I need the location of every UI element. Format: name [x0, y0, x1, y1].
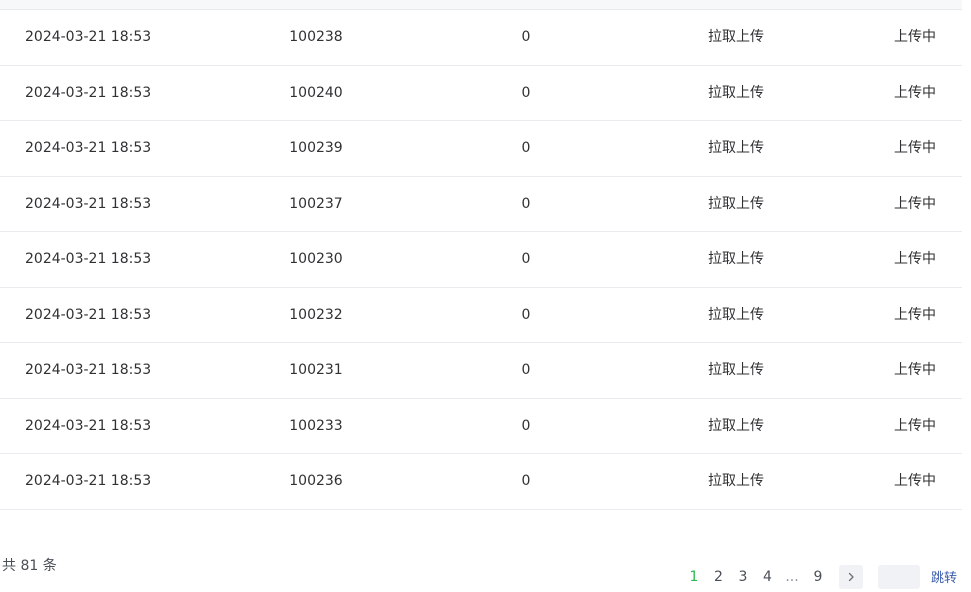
cell-status: 上传中	[894, 362, 936, 378]
cell-time: 2024-03-21 18:53	[25, 251, 152, 267]
cell-status: 上传中	[894, 195, 936, 212]
jump-page-input[interactable]	[878, 565, 920, 589]
table-row: 2024-03-21 18:53 100231 0 拉取上传 上传中	[0, 343, 962, 399]
total-count: 共 81 条	[2, 558, 57, 574]
cell-type: 拉取上传	[708, 306, 764, 323]
table-row: 2024-03-21 18:53 100232 0 拉取上传 上传中	[0, 288, 962, 343]
cell-time: 2024-03-21 18:53	[25, 84, 152, 101]
cell-count: 0	[521, 84, 531, 101]
cell-id: 100231	[289, 362, 343, 378]
pagination: 1 2 3 4 ... 9	[684, 565, 863, 589]
cell-id: 100232	[289, 306, 343, 323]
cell-time: 2024-03-21 18:53	[25, 362, 152, 378]
cell-status: 上传中	[894, 29, 936, 45]
table-row: 2024-03-21 18:53 100240 0 拉取上传 上传中	[0, 66, 962, 121]
cell-id: 100239	[289, 140, 343, 156]
page-1[interactable]: 1	[684, 569, 704, 585]
table-row: 2024-03-21 18:53 100239 0 拉取上传 上传中	[0, 121, 962, 177]
cell-count: 0	[521, 195, 531, 212]
cell-count: 0	[521, 251, 531, 267]
cell-type: 拉取上传	[708, 140, 764, 156]
table-row: 2024-03-21 18:53 100236 0 拉取上传 上传中	[0, 454, 962, 510]
cell-type: 拉取上传	[708, 195, 764, 212]
cell-id: 100237	[289, 195, 343, 212]
cell-count: 0	[521, 306, 531, 323]
cell-time: 2024-03-21 18:53	[25, 29, 152, 45]
table-row: 2024-03-21 18:53 100230 0 拉取上传 上传中	[0, 232, 962, 288]
cell-count: 0	[521, 140, 531, 156]
cell-type: 拉取上传	[708, 362, 764, 378]
cell-time: 2024-03-21 18:53	[25, 473, 152, 489]
cell-type: 拉取上传	[708, 417, 764, 434]
table-header-strip	[0, 0, 962, 10]
cell-status: 上传中	[894, 140, 936, 156]
cell-status: 上传中	[894, 84, 936, 101]
page-4[interactable]: 4	[758, 569, 778, 585]
cell-count: 0	[521, 29, 531, 45]
table-row: 2024-03-21 18:53 100233 0 拉取上传 上传中	[0, 399, 962, 454]
page-2[interactable]: 2	[709, 569, 729, 585]
cell-type: 拉取上传	[708, 29, 764, 45]
cell-time: 2024-03-21 18:53	[25, 195, 152, 212]
cell-id: 100236	[289, 473, 343, 489]
cell-id: 100238	[289, 29, 343, 45]
cell-time: 2024-03-21 18:53	[25, 417, 152, 434]
cell-id: 100230	[289, 251, 343, 267]
cell-status: 上传中	[894, 417, 936, 434]
chevron-right-icon	[848, 572, 854, 582]
cell-status: 上传中	[894, 473, 936, 489]
cell-type: 拉取上传	[708, 251, 764, 267]
table-footer: 共 81 条 1 2 3 4 ... 9 跳转	[0, 548, 971, 592]
upload-records-page: 2024-03-21 18:53 100238 0 拉取上传 上传中 2024-03-21…	[0, 0, 971, 592]
cell-time: 2024-03-21 18:53	[25, 306, 152, 323]
page-last[interactable]: 9	[808, 569, 828, 585]
upload-table: 2024-03-21 18:53 100238 0 拉取上传 上传中 2024-03-21…	[0, 10, 962, 510]
cell-status: 上传中	[894, 251, 936, 267]
table-row: 2024-03-21 18:53 100238 0 拉取上传 上传中	[0, 10, 962, 66]
cell-type: 拉取上传	[708, 84, 764, 101]
cell-time: 2024-03-21 18:53	[25, 140, 152, 156]
cell-count: 0	[521, 362, 531, 378]
table-row: 2024-03-21 18:53 100237 0 拉取上传 上传中	[0, 177, 962, 232]
cell-count: 0	[521, 417, 531, 434]
cell-id: 100233	[289, 417, 343, 434]
jump-button[interactable]: 跳转	[931, 567, 957, 586]
cell-id: 100240	[289, 84, 343, 101]
cell-type: 拉取上传	[708, 473, 764, 489]
next-page-button[interactable]	[838, 565, 863, 589]
cell-count: 0	[521, 473, 531, 489]
cell-status: 上传中	[894, 306, 936, 323]
page-3[interactable]: 3	[733, 569, 753, 585]
page-ellipsis[interactable]: ...	[782, 569, 802, 585]
